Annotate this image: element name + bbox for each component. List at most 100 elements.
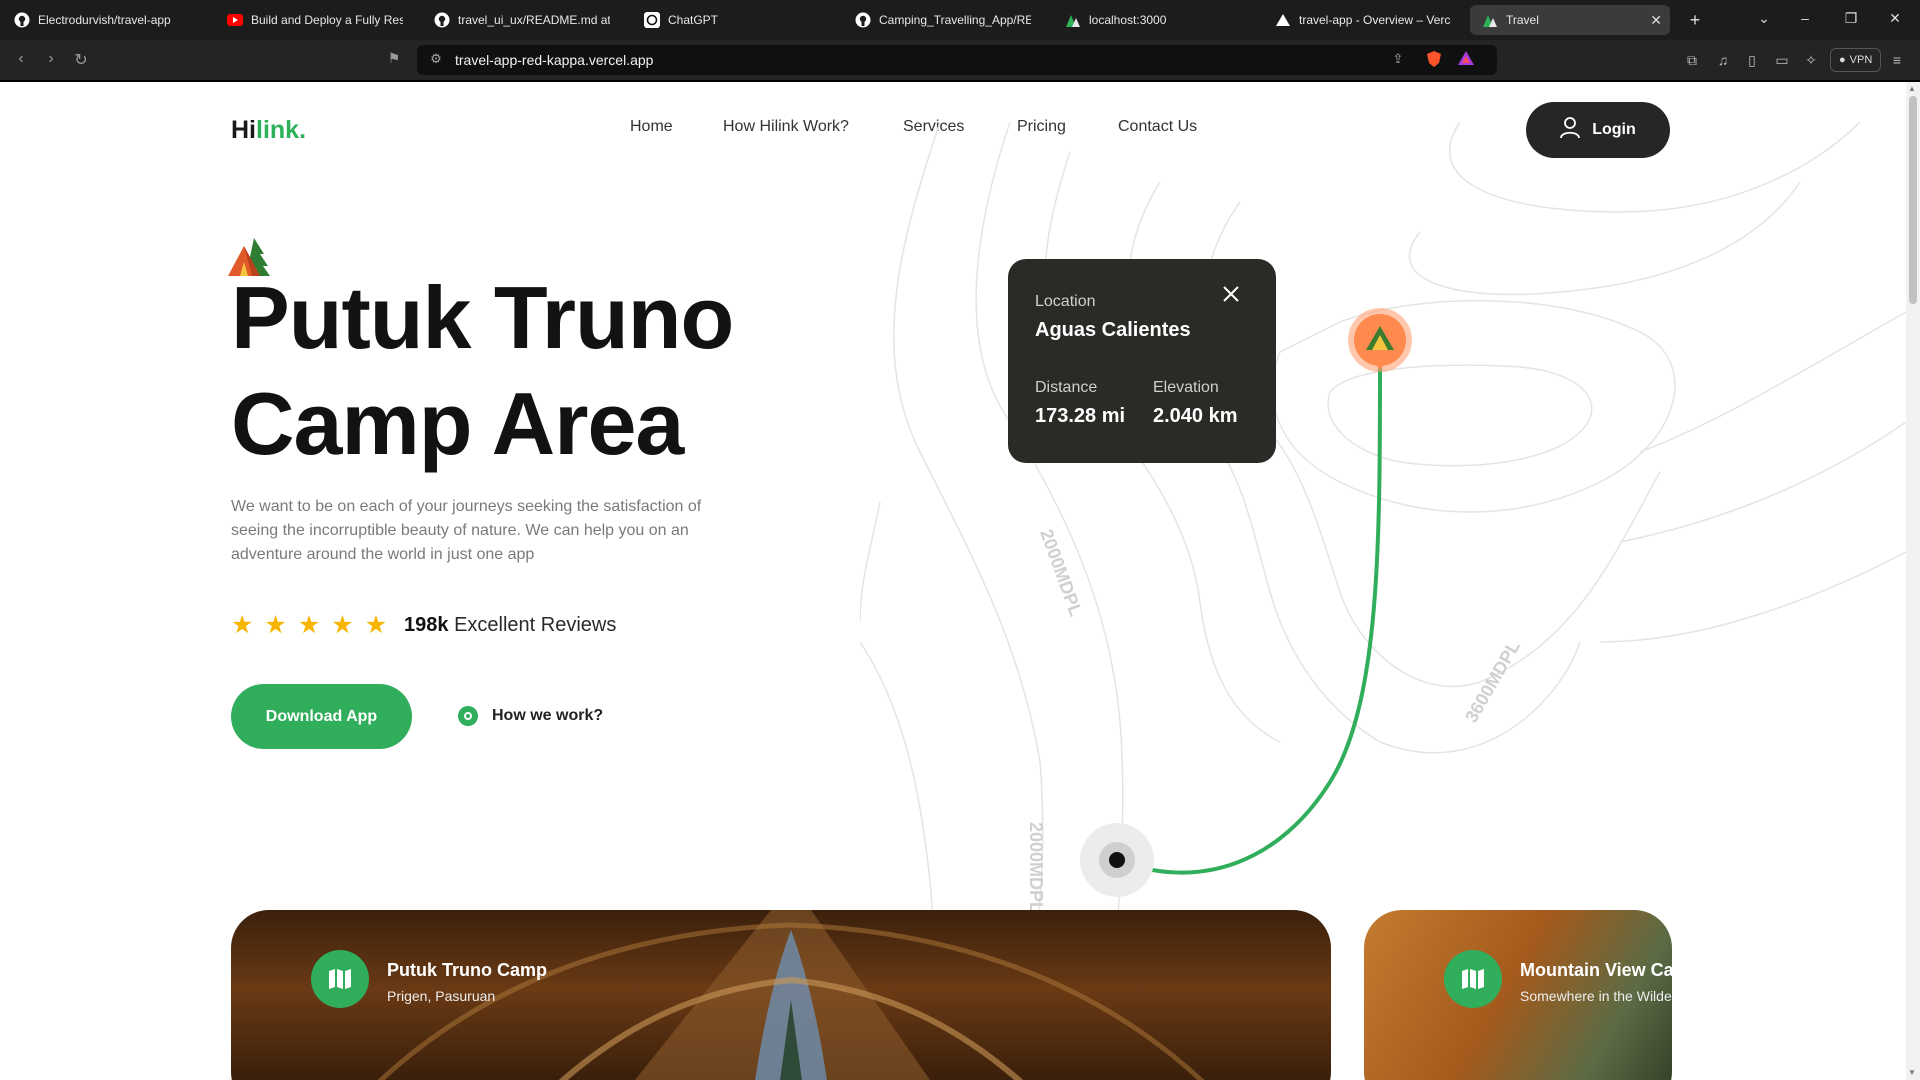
tab-label: Build and Deploy a Fully Responsi — [251, 13, 403, 27]
browser-tab[interactable]: Camping_Travelling_App/REA — [843, 5, 1043, 35]
tab-label: Camping_Travelling_App/REA — [879, 13, 1031, 27]
tab-label: localhost:3000 — [1089, 13, 1167, 27]
restore-icon[interactable]: ❐ — [1840, 10, 1862, 27]
map-icon-button[interactable] — [311, 950, 369, 1008]
map-icon — [1462, 969, 1484, 989]
page-scrollbar[interactable]: ▲ ▼ — [1906, 82, 1920, 1080]
site-logo[interactable]: Hilink. — [231, 116, 306, 145]
hero-title-line: Camp Area — [231, 374, 684, 473]
extensions-icon[interactable]: ⧉ — [1682, 52, 1702, 69]
brave-shield-icon[interactable] — [1425, 51, 1443, 69]
map-icon-button[interactable] — [1444, 950, 1502, 1008]
play-icon — [458, 706, 478, 726]
vercel-icon — [1275, 12, 1291, 28]
distance-value: 173.28 mi — [1035, 405, 1126, 427]
star-icon: ★ — [364, 611, 388, 639]
url-text: travel-app-red-kappa.vercel.app — [455, 52, 654, 68]
hero-description: We want to be on each of your journeys s… — [231, 498, 702, 563]
chatgpt-icon — [644, 12, 660, 28]
hero-title: Putuk Truno Camp Area — [231, 265, 734, 477]
logo-accent-text: link. — [256, 116, 307, 144]
tab-list-chevron-icon[interactable]: ⌄ — [1753, 10, 1775, 27]
browser-tab[interactable]: travel_ui_ux/README.md at m — [422, 5, 622, 35]
tab-label: travel_ui_ux/README.md at m — [458, 13, 610, 27]
browser-address-bar: ‹ › ↻ ⚑ ⚙ travel-app-red-kappa.vercel.ap… — [0, 40, 1920, 81]
camp-card[interactable]: Putuk Truno Camp Prigen, Pasuruan — [231, 910, 1331, 1080]
media-icon[interactable]: ♫ — [1713, 52, 1733, 68]
nav-home[interactable]: Home — [630, 118, 673, 136]
browser-tab-bar: Electrodurvish/travel-app Build and Depl… — [0, 0, 1920, 40]
distance-label: Distance — [1035, 379, 1098, 396]
forward-icon[interactable]: › — [40, 50, 62, 68]
how-we-work-label: How we work? — [492, 707, 604, 724]
sidebar-icon[interactable]: ▯ — [1742, 52, 1762, 69]
tab-label: Travel — [1506, 13, 1539, 27]
youtube-icon — [227, 12, 243, 28]
tab-close-icon[interactable]: ✕ — [1650, 12, 1662, 29]
browser-tab-active[interactable]: Travel ✕ — [1470, 5, 1670, 35]
start-point-marker[interactable] — [1080, 823, 1154, 897]
elevation-value: 2.040 km — [1153, 405, 1238, 427]
reviews-label: Excellent Reviews — [454, 614, 617, 636]
scrollbar-thumb[interactable] — [1909, 96, 1917, 304]
brave-rewards-icon[interactable] — [1457, 51, 1475, 69]
browser-tab[interactable]: Build and Deploy a Fully Responsi — [215, 5, 415, 35]
browser-tab[interactable]: ChatGPT — [632, 5, 832, 35]
github-icon — [14, 12, 30, 28]
contour-label: 2000MDPL — [1026, 822, 1046, 913]
browser-tab[interactable]: localhost:3000 — [1053, 5, 1253, 35]
github-icon — [855, 12, 871, 28]
contour-label: 2000MDPL — [1036, 527, 1086, 619]
rating-stars: ★ ★ ★ ★ ★ — [231, 612, 387, 638]
hero-title-line: Putuk Truno — [231, 268, 734, 367]
tab-label: Electrodurvish/travel-app — [38, 13, 171, 27]
contour-label: 3600MDPL — [1461, 637, 1524, 726]
how-we-work-button[interactable]: How we work? — [458, 706, 603, 726]
hilink-icon — [1482, 12, 1498, 28]
web-page: Hilink. Home How Hilink Work? Services P… — [0, 82, 1906, 1080]
location-label: Location — [1035, 293, 1096, 310]
hilink-icon — [1065, 12, 1081, 28]
camp-card[interactable]: Mountain View Camp Somewhere in the Wild… — [1364, 910, 1672, 1080]
share-icon[interactable]: ⇪ — [1389, 51, 1407, 69]
leo-ai-icon[interactable]: ✧ — [1801, 52, 1821, 69]
reviews-summary: 198k Excellent Reviews — [404, 614, 616, 637]
new-tab-icon[interactable]: + — [1684, 10, 1706, 31]
download-app-button[interactable]: Download App — [231, 684, 412, 749]
back-icon[interactable]: ‹ — [10, 50, 32, 68]
reviews-count: 198k — [404, 614, 449, 636]
wallet-icon[interactable]: ▭ — [1772, 52, 1792, 69]
vpn-status-icon: ● — [1839, 54, 1846, 66]
scroll-down-arrow-icon[interactable]: ▼ — [1908, 1068, 1916, 1077]
reload-icon[interactable]: ↻ — [70, 50, 92, 70]
star-icon: ★ — [264, 611, 287, 639]
browser-tab[interactable]: travel-app - Overview – Vercel — [1263, 5, 1463, 35]
location-value: Aguas Calientes — [1035, 319, 1191, 341]
url-field[interactable]: ⚙ travel-app-red-kappa.vercel.app ⇪ — [417, 45, 1497, 75]
location-card: Location Aguas Calientes Distance 173.28… — [1008, 259, 1276, 463]
camp-title: Mountain View Camp — [1520, 960, 1672, 980]
site-settings-icon[interactable]: ⚙ — [427, 51, 445, 69]
close-window-icon[interactable]: ✕ — [1884, 10, 1906, 27]
star-icon: ★ — [231, 611, 254, 639]
minimize-icon[interactable]: – — [1794, 10, 1816, 26]
vpn-label: VPN — [1849, 54, 1873, 66]
close-icon[interactable] — [1222, 285, 1240, 303]
camp-title: Putuk Truno Camp — [387, 960, 548, 980]
vpn-button[interactable]: ● VPN — [1830, 48, 1882, 72]
logo-text: Hi — [231, 116, 256, 144]
camp-subtitle: Prigen, Pasuruan — [387, 988, 496, 1004]
map-icon — [329, 969, 351, 989]
star-icon: ★ — [297, 611, 321, 639]
menu-icon[interactable]: ≡ — [1887, 52, 1907, 68]
tab-label: travel-app - Overview – Vercel — [1299, 13, 1451, 27]
elevation-label: Elevation — [1153, 379, 1219, 396]
destination-pin-marker[interactable] — [1348, 308, 1412, 372]
tab-label: ChatGPT — [668, 13, 719, 27]
scroll-up-arrow-icon[interactable]: ▲ — [1908, 84, 1916, 93]
camp-subtitle: Somewhere in the Wilderness — [1520, 988, 1672, 1004]
nav-how-hilink-works[interactable]: How Hilink Work? — [723, 118, 849, 136]
bookmark-icon[interactable]: ⚑ — [383, 50, 405, 67]
browser-tab[interactable]: Electrodurvish/travel-app — [2, 5, 212, 35]
github-icon — [434, 12, 450, 28]
